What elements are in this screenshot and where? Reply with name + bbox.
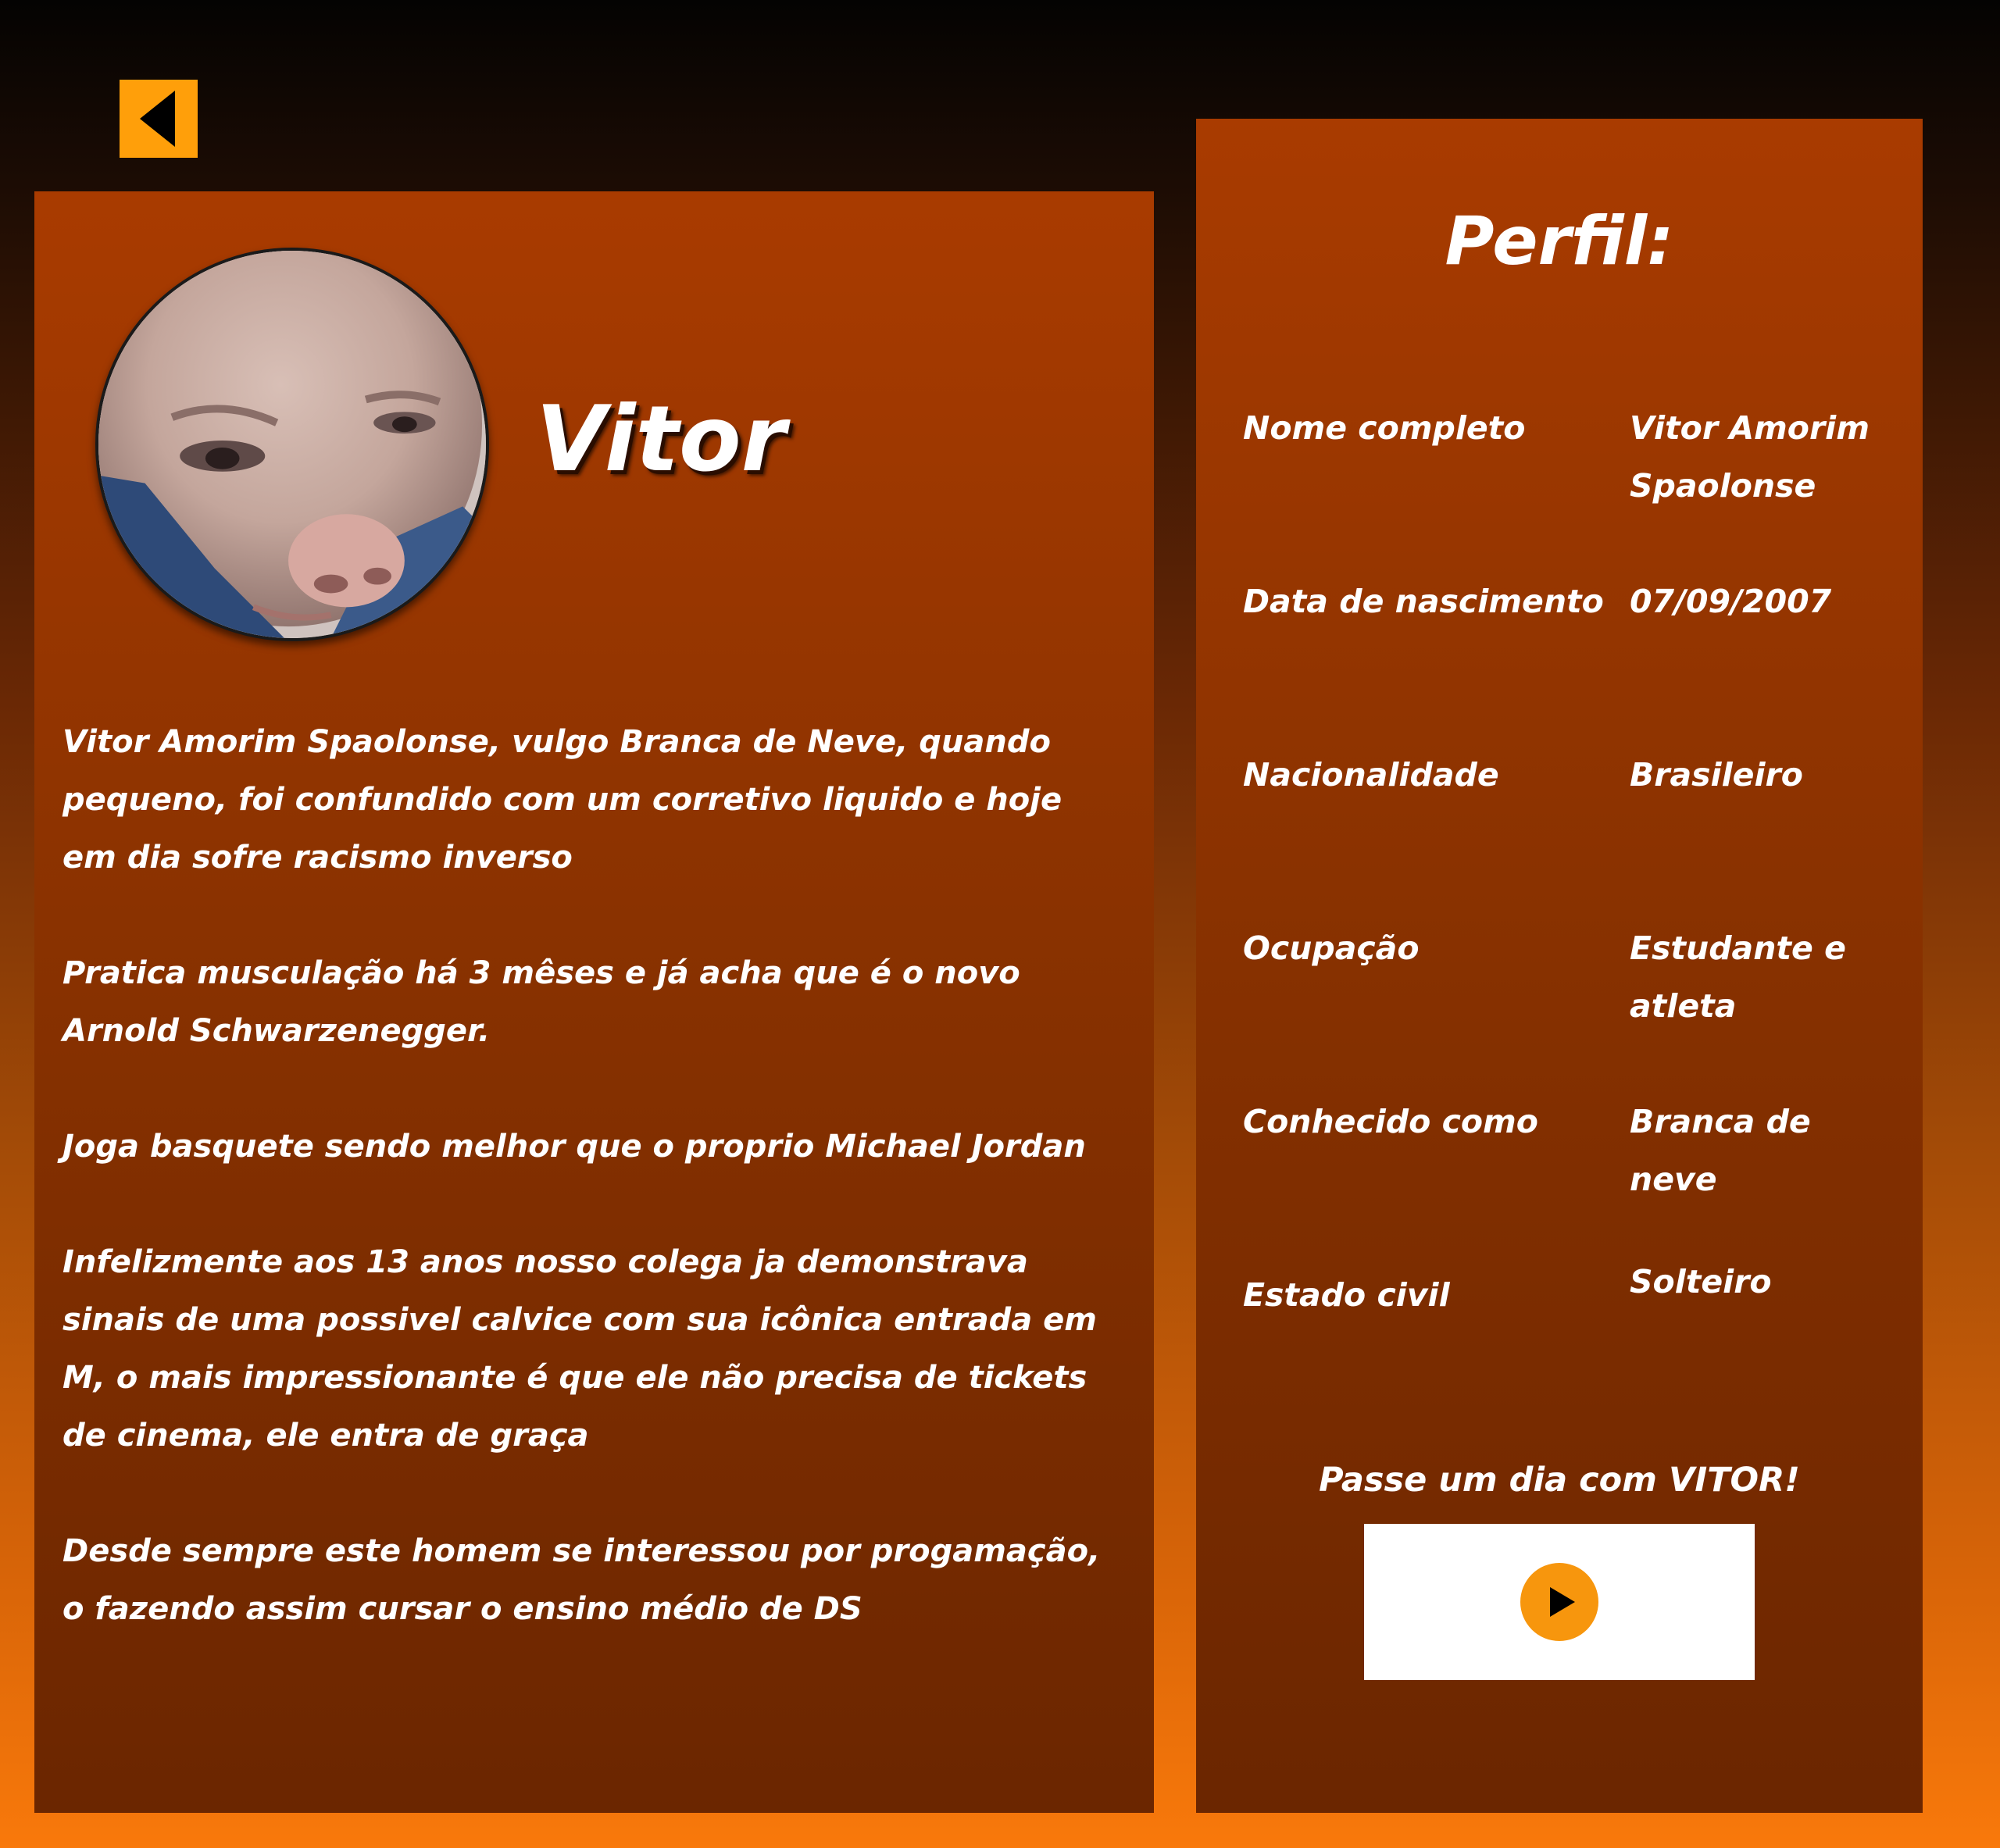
profile-label-birth-date: Data de nascimento — [1243, 583, 1604, 620]
back-button[interactable] — [120, 80, 198, 158]
avatar-photo — [98, 251, 486, 638]
play-icon — [1550, 1587, 1575, 1617]
bio-paragraph: Desde sempre este homem se interessou po… — [62, 1533, 1101, 1627]
profile-value-birth-date: 07/09/2007 — [1630, 583, 1832, 620]
bio-paragraph: Pratica musculação há 3 mêses e já acha … — [62, 955, 1020, 1049]
bio-paragraph: Vitor Amorim Spaolonse, vulgo Branca de … — [62, 724, 1062, 876]
profile-label-known-as: Conhecido como — [1243, 1103, 1538, 1140]
bio-paragraph: Infelizmente aos 13 anos nosso colega ja… — [62, 1244, 1097, 1454]
bio-paragraph: Joga basquete sendo melhor que o proprio… — [62, 1129, 1086, 1165]
cta-text: Passe um dia com VITOR! — [1319, 1461, 1800, 1500]
profile-label-nationality: Nacionalidade — [1243, 756, 1499, 794]
profile-label-marital-status: Estado civil — [1243, 1276, 1450, 1314]
triangle-left-icon — [140, 91, 175, 147]
profile-value-marital-status: Solteiro — [1630, 1263, 1772, 1300]
profile-value-occupation: Estudante e atleta — [1630, 929, 1846, 1025]
bio-panel: Vitor Vitor Amorim Spaolonse, vulgo Bran… — [34, 191, 1154, 1813]
profile-panel: Perfil: Nome completo Vitor Amorim Spaol… — [1196, 119, 1923, 1813]
play-button[interactable] — [1520, 1563, 1598, 1641]
avatar — [95, 248, 489, 641]
profile-label-occupation: Ocupação — [1243, 929, 1420, 967]
bio-text: Vitor Amorim Spaolonse, vulgo Branca de … — [62, 713, 1109, 1696]
video-player[interactable] — [1364, 1524, 1755, 1680]
profile-value-full-name: Vitor Amorim Spaolonse — [1630, 409, 1870, 505]
profile-value-known-as: Branca de neve — [1630, 1103, 1811, 1198]
profile-label-full-name: Nome completo — [1243, 409, 1526, 447]
profile-value-nationality: Brasileiro — [1630, 756, 1803, 794]
person-name: Vitor — [536, 387, 786, 492]
profile-title: Perfil: — [1445, 202, 1674, 280]
